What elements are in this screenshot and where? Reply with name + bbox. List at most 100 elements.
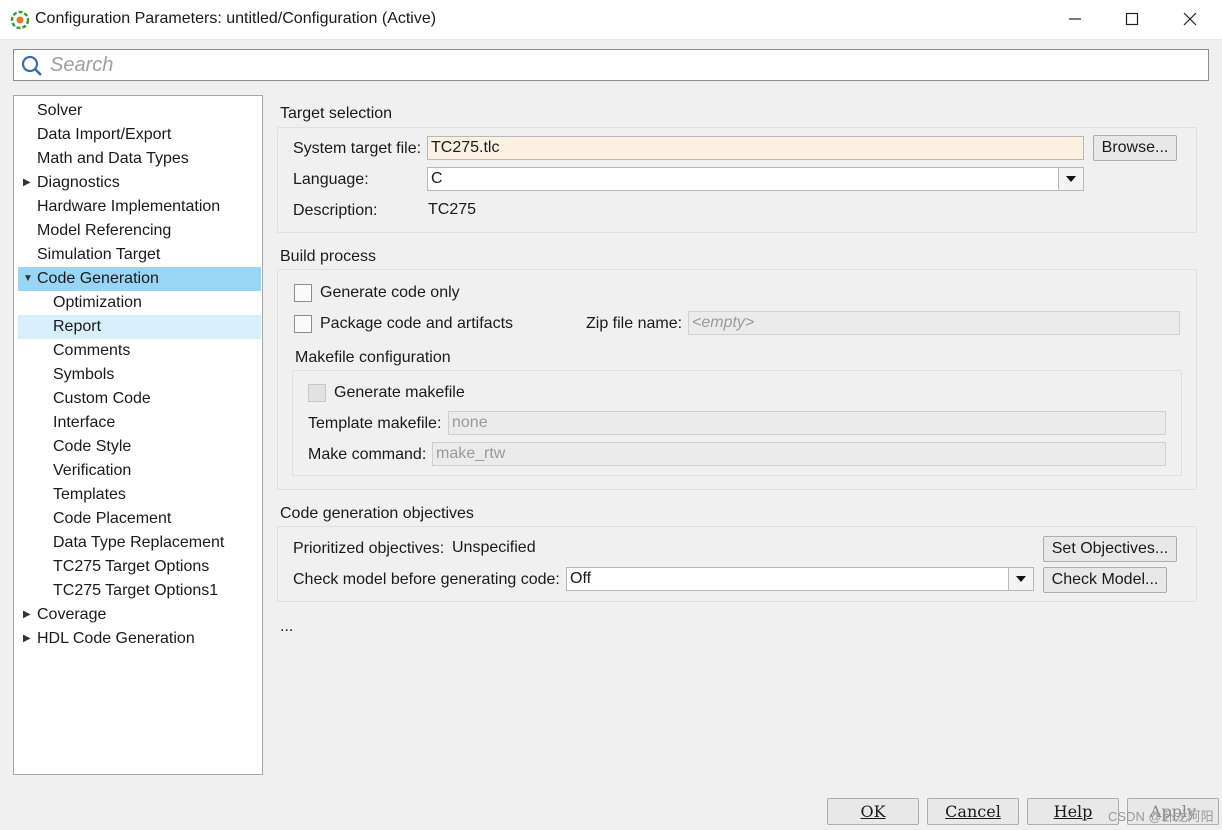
tree-item-comments[interactable]: Comments	[18, 339, 261, 363]
set-objectives-button[interactable]: Set Objectives...	[1043, 536, 1177, 562]
tree-item-label: Model Referencing	[37, 222, 172, 239]
tree-item-hdl-code-generation[interactable]: ▶ HDL Code Generation	[18, 627, 261, 651]
expand-arrow-icon[interactable]: ▶	[23, 627, 31, 651]
search-box[interactable]	[13, 49, 1209, 81]
tree-item-label: Hardware Implementation	[37, 198, 221, 215]
help-button[interactable]: Help	[1027, 798, 1119, 825]
chevron-down-icon	[1066, 176, 1076, 182]
more-ellipsis[interactable]: ...	[280, 618, 293, 636]
language-label: Language:	[293, 171, 369, 188]
search-input[interactable]	[48, 51, 1198, 79]
language-dropdown[interactable]: C	[427, 167, 1084, 191]
generate-code-only-checkbox[interactable]	[294, 284, 312, 302]
tree-item-label: Math and Data Types	[37, 150, 189, 167]
close-icon	[1183, 12, 1197, 26]
package-code-checkbox[interactable]	[294, 315, 312, 333]
tree-item-label: Data Import/Export	[37, 126, 172, 143]
app-icon	[10, 10, 30, 30]
tree-item-code-generation[interactable]: ▼ Code Generation	[18, 267, 261, 291]
tree-item-symbols[interactable]: Symbols	[18, 363, 261, 387]
language-value: C	[431, 170, 443, 187]
prioritized-objectives-label: Prioritized objectives:	[293, 540, 445, 557]
tree-item-data-type-replacement[interactable]: Data Type Replacement	[18, 531, 261, 555]
minimize-button[interactable]	[1055, 4, 1095, 34]
chevron-down-icon	[1016, 576, 1026, 582]
tree-item-math-data-types[interactable]: Math and Data Types	[18, 147, 261, 171]
tree-item-label: TC275 Target Options	[53, 558, 210, 575]
expand-arrow-icon[interactable]: ▶	[23, 171, 31, 195]
prioritized-objectives-value: Unspecified	[452, 539, 536, 556]
generate-code-only-label: Generate code only	[320, 284, 460, 301]
check-model-dropdown-button[interactable]	[1008, 567, 1034, 591]
template-makefile-label: Template makefile:	[308, 415, 442, 432]
tree-item-model-referencing[interactable]: Model Referencing	[18, 219, 261, 243]
tree-item-simulation-target[interactable]: Simulation Target	[18, 243, 261, 267]
help-label: Help	[1053, 802, 1093, 821]
tree-item-coverage[interactable]: ▶ Coverage	[18, 603, 261, 627]
tree-item-templates[interactable]: Templates	[18, 483, 261, 507]
tree-item-label: Diagnostics	[37, 174, 120, 191]
tree-item-label: Coverage	[37, 606, 107, 623]
zip-file-field[interactable]: <empty>	[688, 311, 1180, 335]
tree-item-label: HDL Code Generation	[37, 630, 195, 647]
collapse-arrow-icon[interactable]: ▼	[23, 267, 33, 291]
check-model-dropdown[interactable]: Off	[566, 567, 1034, 591]
template-makefile-field[interactable]: none	[448, 411, 1166, 435]
makefile-config-title: Makefile configuration	[295, 349, 451, 366]
tree-item-code-placement[interactable]: Code Placement	[18, 507, 261, 531]
expand-arrow-icon[interactable]: ▶	[23, 603, 31, 627]
tree-item-label: Solver	[37, 102, 83, 119]
tree-item-tc275-target-options[interactable]: TC275 Target Options	[18, 555, 261, 579]
zip-file-label: Zip file name:	[586, 315, 683, 332]
tree-item-label: Report	[53, 318, 102, 335]
tree-item-custom-code[interactable]: Custom Code	[18, 387, 261, 411]
watermark: CSDN @卧龙阿阳	[1108, 809, 1214, 824]
tree-item-diagnostics[interactable]: ▶ Diagnostics	[18, 171, 261, 195]
description-label: Description:	[293, 202, 378, 219]
tree-item-label: Data Type Replacement	[53, 534, 225, 551]
generate-makefile-label: Generate makefile	[334, 384, 465, 401]
language-dropdown-button[interactable]	[1058, 167, 1084, 191]
tree-item-label: Simulation Target	[37, 246, 161, 263]
maximize-icon	[1125, 12, 1139, 26]
tree-item-label: Interface	[53, 414, 116, 431]
objectives-title: Code generation objectives	[280, 505, 474, 522]
tree-item-label: Optimization	[53, 294, 142, 311]
tree-item-label: Comments	[53, 342, 131, 359]
cancel-label: Cancel	[945, 802, 1001, 821]
tree-item-solver[interactable]: Solver	[18, 99, 261, 123]
category-tree: Solver Data Import/Export Math and Data …	[13, 95, 263, 775]
tree-item-report[interactable]: Report	[18, 315, 261, 339]
tree-item-label: Verification	[53, 462, 132, 479]
generate-makefile-checkbox[interactable]	[308, 384, 326, 402]
make-command-label: Make command:	[308, 446, 427, 463]
description-value: TC275	[428, 201, 477, 218]
window-title: Configuration Parameters: untitled/Confi…	[35, 10, 437, 27]
target-selection-title: Target selection	[280, 105, 393, 122]
minimize-icon	[1069, 18, 1081, 20]
tree-item-data-import-export[interactable]: Data Import/Export	[18, 123, 261, 147]
tree-item-label: Code Style	[53, 438, 132, 455]
make-command-field[interactable]: make_rtw	[432, 442, 1166, 466]
tree-item-label: Templates	[53, 486, 126, 503]
check-model-button[interactable]: Check Model...	[1043, 567, 1167, 593]
tree-item-code-style[interactable]: Code Style	[18, 435, 261, 459]
tree-item-label: Code Placement	[53, 510, 172, 527]
maximize-button[interactable]	[1112, 4, 1152, 34]
package-code-label: Package code and artifacts	[320, 315, 514, 332]
system-target-field[interactable]: TC275.tlc	[427, 136, 1084, 160]
ok-button[interactable]: OK	[827, 798, 919, 825]
tree-item-label: Symbols	[53, 366, 115, 383]
check-model-label: Check model before generating code:	[293, 571, 560, 588]
tree-item-tc275-target-options1[interactable]: TC275 Target Options1	[18, 579, 261, 603]
tree-item-verification[interactable]: Verification	[18, 459, 261, 483]
tree-item-label: Code Generation	[37, 270, 159, 287]
tree-item-label: Custom Code	[53, 390, 151, 407]
system-target-label: System target file:	[293, 140, 422, 157]
cancel-button[interactable]: Cancel	[927, 798, 1019, 825]
tree-item-optimization[interactable]: Optimization	[18, 291, 261, 315]
tree-item-hardware-implementation[interactable]: Hardware Implementation	[18, 195, 261, 219]
close-button[interactable]	[1170, 4, 1210, 34]
browse-button[interactable]: Browse...	[1093, 135, 1177, 161]
tree-item-interface[interactable]: Interface	[18, 411, 261, 435]
